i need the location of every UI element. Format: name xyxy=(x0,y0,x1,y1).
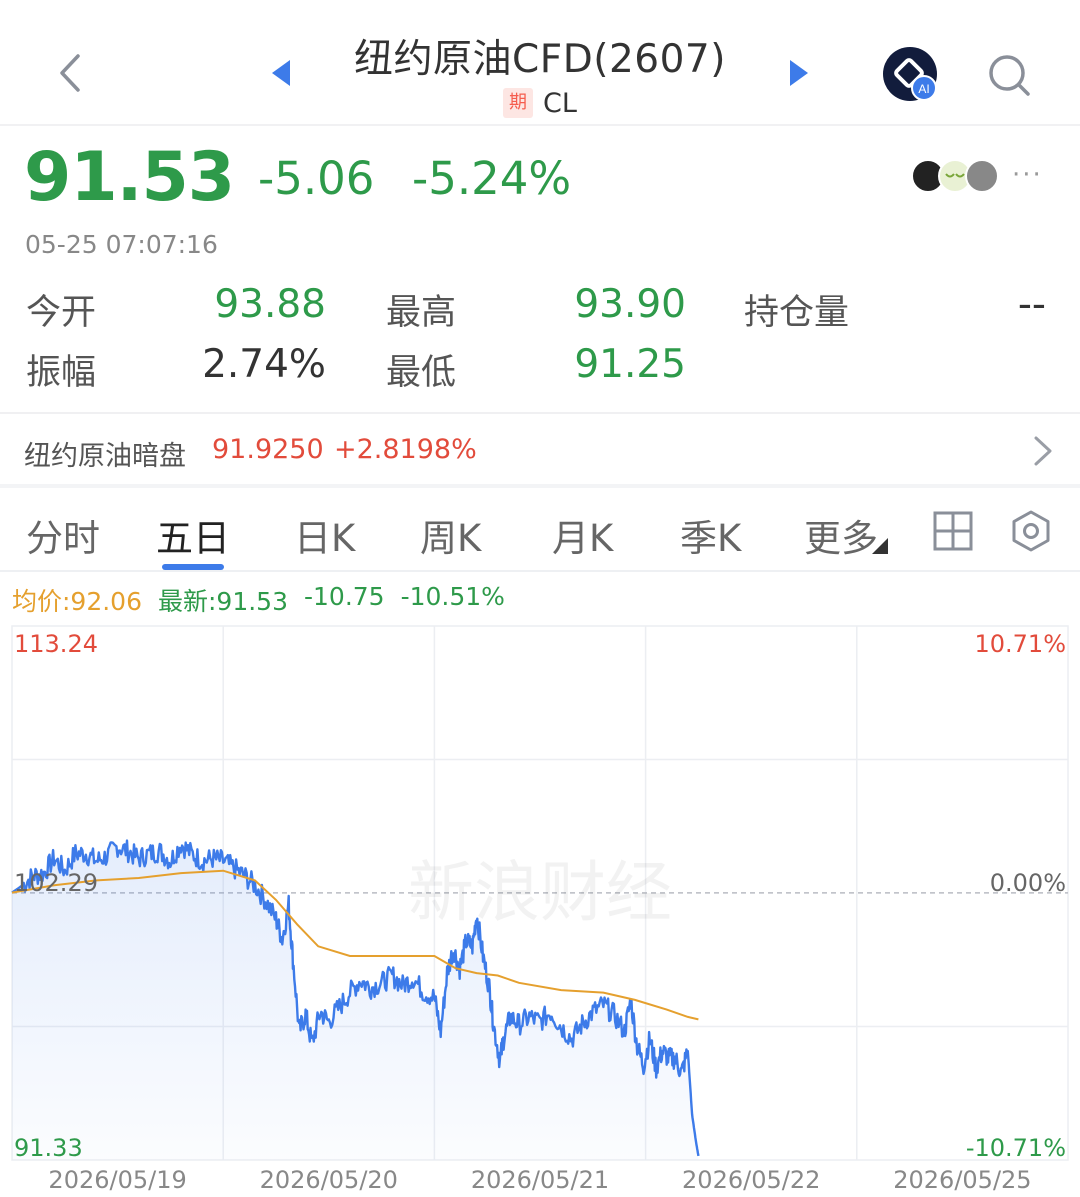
x-axis-date-label: 2026/05/19 xyxy=(48,1166,186,1194)
low-value: 91.25 xyxy=(574,342,686,387)
low-label: 最低 xyxy=(386,353,457,393)
legend-change-percent: -10.51% xyxy=(400,582,505,611)
legend-latest-price: 最新:91.53 xyxy=(158,587,288,616)
amplitude-value: 2.74% xyxy=(202,342,326,387)
grid-layout-icon[interactable] xyxy=(932,510,974,552)
previous-instrument-button[interactable] xyxy=(272,60,290,86)
ai-assistant-icon[interactable]: AI xyxy=(882,46,938,102)
instrument-subtitle: 期 CL xyxy=(440,86,640,120)
active-tab-indicator xyxy=(162,564,224,570)
y-axis-right-label: 10.71% xyxy=(974,630,1066,658)
search-icon[interactable] xyxy=(984,50,1034,100)
avatar xyxy=(965,159,999,193)
y-axis-left-label: 102.29 xyxy=(14,869,98,897)
instrument-code: CL xyxy=(543,87,577,119)
x-axis-date-label: 2026/05/22 xyxy=(682,1166,820,1194)
five-day-price-chart[interactable]: 新浪财经 113.24 102.29 91.33 10.71% 0.00% -10.71% 2… xyxy=(0,620,1080,1197)
instrument-title: 纽约原油CFD(2607) xyxy=(354,37,726,82)
dark-pool-percent: +2.8198% xyxy=(334,434,477,465)
last-price: 91.53 xyxy=(24,138,235,217)
next-instrument-button[interactable] xyxy=(790,60,808,86)
tab-more[interactable]: 更多 xyxy=(804,508,878,562)
tab-monthly-k[interactable]: 月K xyxy=(552,508,613,562)
tab-five-day[interactable]: 五日 xyxy=(156,508,230,562)
quote-timestamp: 05-25 07:07:16 xyxy=(25,230,218,259)
top-nav-bar: 纽约原油CFD(2607) 期 CL AI xyxy=(0,0,1080,126)
tab-weekly-k[interactable]: 周K xyxy=(420,508,481,562)
open-interest-label: 持仓量 xyxy=(744,293,850,333)
price-change-percent: -5.24% xyxy=(412,152,572,205)
high-label: 最高 xyxy=(386,293,457,333)
high-value: 93.90 xyxy=(574,282,686,327)
tab-daily-k[interactable]: 日K xyxy=(294,508,355,562)
chart-legend: 均价:92.06 最新:91.53 -10.75 -10.51% xyxy=(12,582,505,618)
open-value: 93.88 xyxy=(214,282,326,327)
more-options-icon[interactable]: ··· xyxy=(1012,160,1043,190)
tab-intraday[interactable]: 分时 xyxy=(26,508,100,562)
x-axis-date-label: 2026/05/21 xyxy=(471,1166,609,1194)
dark-pool-label: 纽约原油暗盘 xyxy=(24,441,186,472)
legend-average-price: 均价:92.06 xyxy=(12,587,142,616)
x-axis-date-label: 2026/05/20 xyxy=(260,1166,398,1194)
open-interest-value: -- xyxy=(1017,282,1046,327)
chevron-right-icon xyxy=(1034,436,1052,466)
dark-pool-price: 91.9250 xyxy=(212,434,324,465)
amplitude-label: 振幅 xyxy=(26,353,97,393)
futures-badge: 期 xyxy=(503,88,534,118)
legend-change: -10.75 xyxy=(304,582,385,611)
community-avatars[interactable] xyxy=(910,158,1005,194)
x-axis-date-label: 2026/05/25 xyxy=(893,1166,1031,1194)
open-label: 今开 xyxy=(26,293,97,333)
y-axis-right-label: 0.00% xyxy=(990,869,1066,897)
dropdown-corner-icon xyxy=(872,538,888,554)
y-axis-right-label: -10.71% xyxy=(966,1134,1066,1162)
back-arrow-icon[interactable] xyxy=(48,50,94,96)
y-axis-left-label: 91.33 xyxy=(14,1134,83,1162)
y-axis-left-label: 113.24 xyxy=(14,630,98,658)
price-change: -5.06 xyxy=(258,152,375,205)
dark-pool-row[interactable]: 纽约原油暗盘 91.9250 +2.8198% xyxy=(0,414,1080,486)
watermark-text: 新浪财经 xyxy=(408,854,672,931)
chart-period-tabs: 分时 五日 日K 周K 月K 季K 更多 xyxy=(0,488,1080,572)
tab-quarterly-k[interactable]: 季K xyxy=(680,508,741,562)
ai-badge-label: AI xyxy=(918,82,929,96)
settings-icon[interactable] xyxy=(1010,510,1052,552)
